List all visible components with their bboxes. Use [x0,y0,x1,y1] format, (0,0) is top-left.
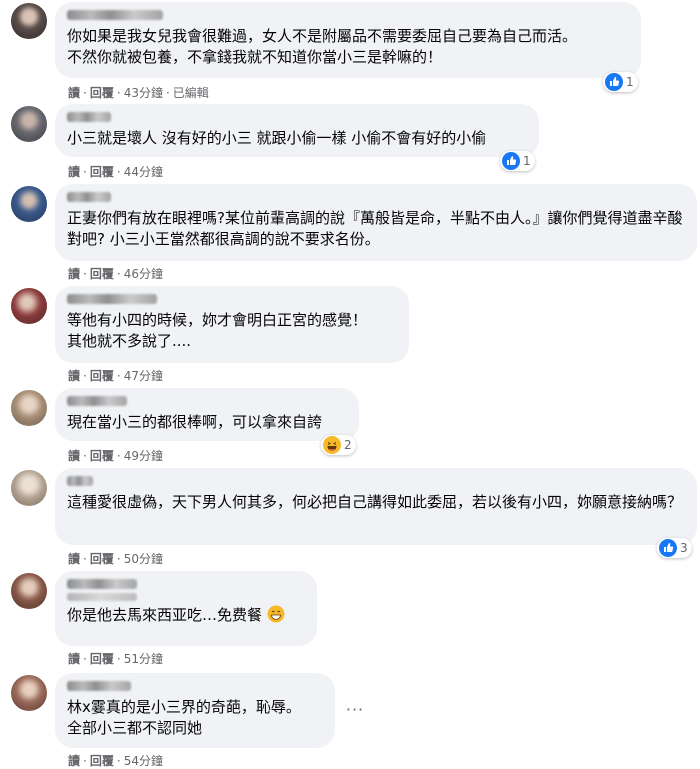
reply-button[interactable]: 回覆 [90,447,114,464]
like-icon [659,539,677,557]
timestamp[interactable]: 43分鐘 [124,84,163,101]
comment-actions: 讀 · 回覆 · 46分鐘 [68,265,163,282]
comment-text: 現在當小三的都很棒啊，可以拿來自誇 [67,413,323,431]
comment-actions: 讀 · 回覆 · 44分鐘 [68,163,163,180]
comment-text: 你是他去馬來西亚吃…免费餐 [67,605,305,626]
read-button[interactable]: 讀 [68,163,80,180]
comment-text: 你如果是我女兒我會很難過，女人不是附屬品不需要委屈自己要為自己而活。 不然你就被… [67,27,578,66]
avatar[interactable] [11,3,47,39]
comment-bubble: 這種愛很虛偽，天下男人何其多，何必把自己講得如此委屈，若以後有小四，妳願意接納嗎… [55,468,697,545]
comment-text: 小三就是壞人 沒有好的小三 就跟小偷一樣 小偷不會有好的小偷 [67,129,487,147]
reply-button[interactable]: 回覆 [90,367,114,384]
timestamp[interactable]: 46分鐘 [124,265,163,282]
read-button[interactable]: 讀 [68,650,80,667]
like-icon [605,73,623,91]
read-button[interactable]: 讀 [68,367,80,384]
comment-actions: 讀 · 回覆 · 49分鐘 [68,447,163,464]
edited-label[interactable]: 已編輯 [173,84,209,101]
avatar[interactable] [11,186,47,222]
comment-bubble: 現在當小三的都很棒啊，可以拿來自誇 [55,388,359,441]
avatar[interactable] [11,675,47,711]
author-name-redacted[interactable] [67,396,127,406]
laugh-emoji-icon [323,436,341,454]
reaction-count: 2 [344,438,352,452]
avatar[interactable] [11,390,47,426]
comment-text: 林x霎真的是小三界的奇葩，恥辱。 全部小三都不認同她 [67,698,301,737]
read-button[interactable]: 讀 [68,752,80,769]
like-icon [502,152,520,170]
comment-text: 正妻你們有放在眼裡嗎?某位前輩高調的說『萬般皆是命，半點不由人。』讓你們覺得道盡… [67,209,683,248]
reply-button[interactable]: 回覆 [90,84,114,101]
comment-actions: 讀 · 回覆 · 54分鐘 [68,752,163,769]
reply-button[interactable]: 回覆 [90,163,114,180]
author-name-redacted[interactable] [67,579,137,589]
reaction-badge[interactable]: 1 [500,151,535,171]
timestamp[interactable]: 54分鐘 [124,752,163,769]
timestamp[interactable]: 50分鐘 [124,550,163,567]
read-button[interactable]: 讀 [68,84,80,101]
author-name-redacted[interactable] [67,476,93,486]
avatar[interactable] [11,470,47,506]
read-button[interactable]: 讀 [68,447,80,464]
timestamp[interactable]: 49分鐘 [124,447,163,464]
reaction-badge[interactable]: 1 [603,72,638,92]
comment-bubble: 等他有小四的時候，妳才會明白正宮的感覺！ 其他就不多說了.... [55,286,409,363]
comment-text: 等他有小四的時候，妳才會明白正宮的感覺！ 其他就不多說了.... [67,311,368,350]
comment-actions: 讀 · 回覆 · 51分鐘 [68,650,163,667]
comment-bubble: 小三就是壞人 沒有好的小三 就跟小偷一樣 小偷不會有好的小偷 [55,104,539,157]
author-name-redacted[interactable] [67,10,163,20]
reaction-badge[interactable]: 2 [321,435,356,455]
read-button[interactable]: 讀 [68,550,80,567]
author-name-redacted[interactable] [67,294,157,304]
reaction-count: 1 [626,75,634,89]
comment-bubble: 你如果是我女兒我會很難過，女人不是附屬品不需要委屈自己要為自己而活。 不然你就被… [55,2,641,78]
comment-actions: 讀 · 回覆 · 50分鐘 [68,550,163,567]
author-name-redacted[interactable] [67,681,131,691]
reply-button[interactable]: 回覆 [90,550,114,567]
timestamp[interactable]: 51分鐘 [124,650,163,667]
reaction-badge[interactable]: 3 [657,538,692,558]
comment-actions: 讀 · 回覆 · 43分鐘 · 已編輯 [68,84,209,101]
reply-button[interactable]: 回覆 [90,265,114,282]
timestamp[interactable]: 44分鐘 [124,163,163,180]
timestamp[interactable]: 47分鐘 [124,367,163,384]
author-name-redacted[interactable] [67,192,111,202]
comment-actions: 讀 · 回覆 · 47分鐘 [68,367,163,384]
reaction-count: 3 [680,541,688,555]
comment-bubble: 正妻你們有放在眼裡嗎?某位前輩高調的說『萬般皆是命，半點不由人。』讓你們覺得道盡… [55,184,697,261]
comment-bubble: 林x霎真的是小三界的奇葩，恥辱。 全部小三都不認同她 [55,673,335,748]
reply-button[interactable]: 回覆 [90,752,114,769]
avatar[interactable] [11,288,47,324]
reply-button[interactable]: 回覆 [90,650,114,667]
read-button[interactable]: 讀 [68,265,80,282]
avatar[interactable] [11,106,47,142]
author-subtitle-redacted [67,593,137,601]
avatar[interactable] [11,573,47,609]
grin-emoji-icon [267,605,285,623]
comment-bubble: 你是他去馬來西亚吃…免费餐 [55,571,317,646]
reaction-count: 1 [523,154,531,168]
comment-text: 這種愛很虛偽，天下男人何其多，何必把自己講得如此委屈，若以後有小四，妳願意接納嗎… [67,493,683,511]
author-name-redacted[interactable] [67,112,111,122]
more-options-button[interactable]: ··· [344,702,366,721]
